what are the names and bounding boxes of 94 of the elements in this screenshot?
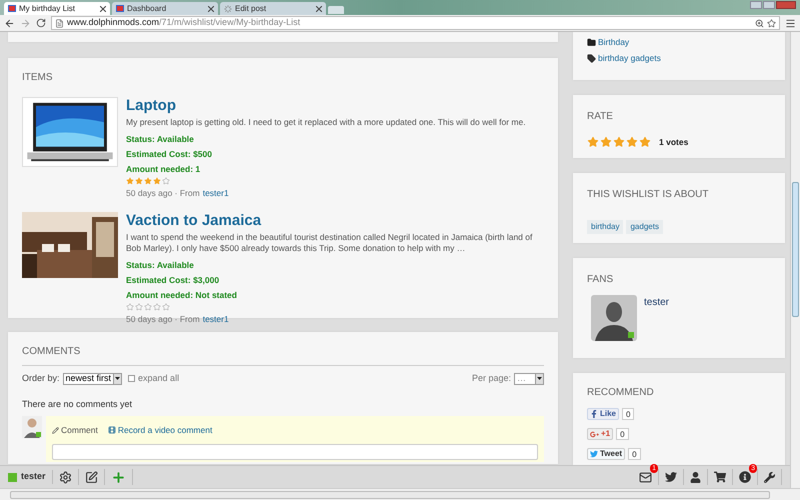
empty-star-icon <box>162 177 170 186</box>
edit-icon[interactable] <box>84 470 98 484</box>
order-label: Order by: <box>22 372 60 385</box>
section-heading: COMMENTS <box>22 345 82 359</box>
bookmark-star-icon[interactable] <box>767 18 776 28</box>
browser-tab[interactable]: Edit post <box>220 2 326 15</box>
item-title-link[interactable]: Laptop <box>126 97 544 115</box>
section-heading: FANS <box>587 273 614 287</box>
item-cost: Estimated Cost: $500 <box>126 148 213 160</box>
add-icon[interactable] <box>110 470 126 484</box>
item-status: Status: Available <box>126 133 195 146</box>
tab-title: Dashboard <box>127 2 168 14</box>
menu-icon[interactable] <box>785 18 796 28</box>
facebook-icon <box>590 410 598 418</box>
per-page-label: Per page: <box>472 372 511 385</box>
scroll-thumb[interactable] <box>792 182 799 317</box>
google-plus-icon <box>590 430 599 438</box>
horizontal-scrollbar[interactable] <box>0 488 800 500</box>
info-icon[interactable] <box>739 471 751 483</box>
fan-name-link[interactable]: tester <box>644 295 670 341</box>
section-heading: ITEMS <box>22 71 54 85</box>
filled-star-icon <box>639 136 651 148</box>
cart-icon[interactable] <box>714 471 726 483</box>
section-heading: RECOMMEND <box>587 386 655 400</box>
tab-title: My birthday List <box>19 2 76 14</box>
empty-comments-text: There are no comments yet <box>22 398 134 411</box>
item-meta: 50 days ago · From <box>126 187 200 200</box>
share-count: 0 <box>616 428 629 440</box>
item-title-link[interactable]: Vaction to Jamaica <box>126 212 544 230</box>
wrench-icon[interactable] <box>764 472 775 482</box>
close-icon[interactable] <box>208 6 214 12</box>
user-icon[interactable] <box>690 472 701 482</box>
item-cost: Estimated Cost: $3,000 <box>126 274 220 286</box>
filled-star-icon <box>587 136 599 148</box>
bird-icon <box>590 450 598 458</box>
caret-icon <box>535 374 543 384</box>
user-link[interactable]: tester1 <box>202 187 229 200</box>
avatar-silhouette <box>591 295 637 341</box>
page-icon <box>55 18 64 28</box>
page-icon <box>8 5 16 12</box>
order-dropdown[interactable]: newest first <box>62 372 122 385</box>
tab-title: Edit post <box>235 2 268 14</box>
item-description: I want to spend the weekend in the beautiful tourist destination called Negril located in Jamaica (birth land of Bob Marley). I only have $500 already towards this Trip. Some donation to help with my … <box>126 232 534 254</box>
toolbar-username[interactable]: tester <box>21 470 53 484</box>
item-amount: Amount needed: 1 <box>126 162 202 176</box>
caret-icon <box>113 374 122 384</box>
user-link[interactable]: tester1 <box>202 313 229 326</box>
url-text: www.dolphinmods.com/71/m/wishlist/view/My-birthday-List <box>67 16 300 30</box>
folder-icon <box>587 38 596 47</box>
comment-input[interactable] <box>52 444 538 460</box>
expand-checkbox[interactable] <box>128 375 136 382</box>
filled-star-icon <box>600 136 612 148</box>
loading-icon <box>224 4 232 12</box>
share-button[interactable]: Tweet <box>587 448 626 460</box>
share-count: 0 <box>628 448 641 460</box>
reload-icon[interactable] <box>36 18 46 28</box>
film-icon <box>108 426 116 434</box>
item-status: Status: Available <box>126 259 195 272</box>
browser-tab[interactable]: Dashboard <box>112 2 218 15</box>
filled-star-icon <box>613 136 625 148</box>
status-square <box>8 472 17 482</box>
comment-tab[interactable]: Record a video comment <box>108 424 212 437</box>
share-button[interactable]: +1 <box>587 428 614 440</box>
topic-tag[interactable]: birthday <box>587 220 624 234</box>
filled-star-icon <box>626 136 638 148</box>
envelope-icon[interactable] <box>639 470 652 484</box>
section-heading: THIS WISHLIST IS ABOUT <box>587 188 710 202</box>
avatar-figure <box>22 416 42 438</box>
browser-tab[interactable]: My birthday List <box>4 2 110 15</box>
close-icon[interactable] <box>100 6 106 12</box>
back-icon[interactable] <box>4 18 15 28</box>
category-link[interactable]: birthday gadgets <box>587 52 771 64</box>
per-page-dropdown[interactable]: … <box>514 372 544 385</box>
item-description: My present laptop is getting old. I need to get it replaced with a more updated one. This will do well for me. <box>126 117 527 128</box>
votes-count: 1 votes <box>659 136 688 149</box>
share-count: 0 <box>622 408 634 420</box>
tag-icon <box>587 54 596 63</box>
share-button[interactable]: Like <box>587 408 620 420</box>
category-link[interactable]: Birthday <box>587 36 771 49</box>
item-amount: Amount needed: Not stated <box>126 288 238 302</box>
page-icon <box>116 5 124 12</box>
settings-icon[interactable] <box>58 470 72 484</box>
close-icon[interactable] <box>316 6 322 12</box>
topic-tag[interactable]: gadgets <box>626 220 663 234</box>
pencil-icon <box>52 426 59 434</box>
scroll-thumb[interactable] <box>10 490 770 498</box>
item-meta: 50 days ago · From <box>126 313 200 326</box>
expand-label: expand all <box>138 372 180 385</box>
section-heading: RATE <box>587 110 614 124</box>
bird-icon[interactable] <box>665 471 677 483</box>
zoom-icon[interactable] <box>755 18 764 28</box>
comment-tab[interactable]: Comment <box>52 424 98 437</box>
vertical-scrollbar[interactable] <box>790 32 800 488</box>
address-field[interactable]: www.dolphinmods.com/71/m/wishlist/view/My-birthday-List <box>51 16 780 30</box>
